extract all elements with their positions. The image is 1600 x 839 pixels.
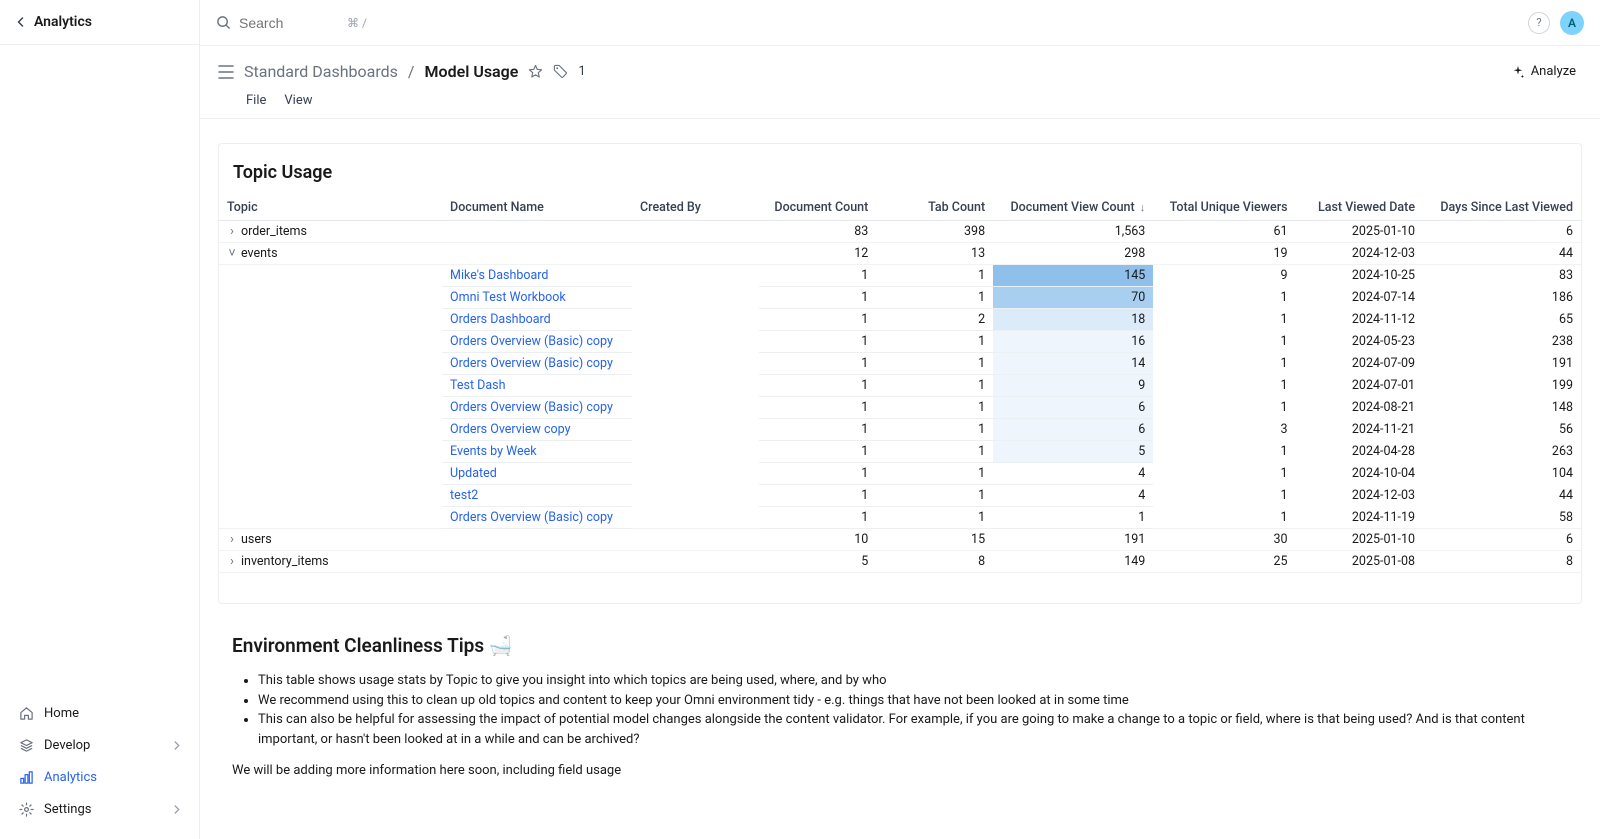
sidebar-item-label: Home [44,706,79,721]
sort-descending-icon: ↓ [1140,201,1146,214]
list-item: This can also be helpful for assessing t… [258,710,1568,749]
breadcrumb-parent[interactable]: Standard Dashboards [244,62,398,81]
table-row: Orders Overview (Basic) copy11112024-11-… [219,507,1581,529]
table-row: Orders Overview copy11632024-11-2156 [219,419,1581,441]
menu-view[interactable]: View [284,93,312,108]
content: Topic Usage Topic Document Name Created … [200,119,1600,818]
document-link[interactable]: Updated [450,466,497,481]
table-row: Test Dash11912024-07-01199 [219,375,1581,397]
chevron-right-icon [172,805,181,814]
document-link[interactable]: Orders Overview (Basic) copy [450,400,613,415]
document-link[interactable]: test2 [450,488,478,503]
table-row: Orders Overview (Basic) copy111412024-07… [219,353,1581,375]
breadcrumb-separator: / [408,62,415,81]
document-link[interactable]: Omni Test Workbook [450,290,566,305]
document-link[interactable]: Orders Overview (Basic) copy [450,356,613,371]
table-row: Orders Overview (Basic) copy11612024-08-… [219,397,1581,419]
group-row[interactable]: ›inventory_items58149252025-01-088 [219,551,1581,573]
table-row: Mike's Dashboard1114592024-10-2583 [219,265,1581,287]
sidebar-item-label: Develop [44,738,90,753]
bar-chart-icon [18,769,34,785]
col-tab-count[interactable]: Tab Count [876,195,993,221]
sidebar-item-home[interactable]: Home [0,697,199,729]
document-link[interactable]: Mike's Dashboard [450,268,548,283]
doc-menu: File View [218,83,1582,118]
doc-header: Standard Dashboards / Model Usage 1 Anal… [200,46,1600,119]
main: ⌘ / ? A Standard Dashboards / Model Usag… [200,0,1600,839]
sidebar-item-label: Settings [44,802,91,817]
table-row: Orders Dashboard121812024-11-1265 [219,309,1581,331]
chevron-left-icon [16,17,26,27]
avatar[interactable]: A [1560,11,1584,35]
tips-heading: Environment Cleanliness Tips 🛁 [232,634,1568,657]
document-link[interactable]: Orders Overview (Basic) copy [450,510,613,525]
breadcrumb-current: Model Usage [425,62,519,81]
analyze-button[interactable]: Analyze [1505,60,1582,83]
chevron-right-icon[interactable]: › [227,224,237,239]
document-link[interactable]: Orders Dashboard [450,312,551,327]
sidebar-item-develop[interactable]: Develop [0,729,199,761]
document-link[interactable]: Orders Overview (Basic) copy [450,334,613,349]
hamburger-icon[interactable] [218,65,234,79]
table-row: Orders Overview (Basic) copy111612024-05… [219,331,1581,353]
col-days-since[interactable]: Days Since Last Viewed [1423,195,1581,221]
layers-icon [18,737,34,753]
group-row[interactable]: ›order_items833981,563612025-01-106 [219,221,1581,243]
document-link[interactable]: Test Dash [450,378,505,393]
table-row: Updated11412024-10-04104 [219,463,1581,485]
sidebar-item-label: Analytics [44,770,97,785]
list-item: We recommend using this to clean up old … [258,691,1568,711]
card-title: Topic Usage [219,162,1581,195]
tips-section: Environment Cleanliness Tips 🛁 This tabl… [218,634,1582,778]
topbar: ⌘ / ? A [200,0,1600,46]
tips-footer: We will be adding more information here … [232,763,1568,778]
chevron-down-icon[interactable]: ˅ [227,246,237,261]
analyze-label: Analyze [1531,64,1576,79]
col-topic[interactable]: Topic [219,195,442,221]
sidebar-item-analytics[interactable]: Analytics [0,761,199,793]
help-button[interactable]: ? [1528,12,1550,34]
sidebar-header[interactable]: Analytics [0,0,199,45]
chevron-right-icon [172,741,181,750]
col-view-count[interactable]: Document View Count ↓ [993,195,1153,221]
search-input[interactable] [239,15,339,31]
list-item: This table shows usage stats by Topic to… [258,671,1568,691]
tips-list: This table shows usage stats by Topic to… [232,671,1568,749]
document-link[interactable]: Events by Week [450,444,537,459]
sidebar: Analytics Home Develop Analytics Settings [0,0,200,839]
group-row[interactable]: ˅events1213298192024-12-0344 [219,243,1581,265]
col-viewers[interactable]: Total Unique Viewers [1153,195,1295,221]
chevron-right-icon[interactable]: › [227,554,237,569]
search-icon [216,15,231,30]
col-created-by[interactable]: Created By [632,195,759,221]
col-doc-count[interactable]: Document Count [759,195,876,221]
avatar-initial: A [1568,16,1576,30]
sidebar-nav: Home Develop Analytics Settings [0,697,199,839]
star-icon[interactable] [528,64,543,79]
document-link[interactable]: Orders Overview copy [450,422,571,437]
col-doc-name[interactable]: Document Name [442,195,632,221]
gear-icon [18,801,34,817]
col-last-viewed[interactable]: Last Viewed Date [1296,195,1423,221]
question-icon: ? [1536,16,1541,29]
tag-count: 1 [578,64,585,79]
group-row[interactable]: ›users1015191302025-01-106 [219,529,1581,551]
sidebar-title: Analytics [34,14,92,30]
table-row: Omni Test Workbook117012024-07-14186 [219,287,1581,309]
chevron-right-icon[interactable]: › [227,532,237,547]
topic-usage-card: Topic Usage Topic Document Name Created … [218,143,1582,604]
topic-usage-table: Topic Document Name Created By Document … [219,195,1581,573]
table-row: Events by Week11512024-04-28263 [219,441,1581,463]
search[interactable]: ⌘ / [216,15,367,31]
table-row: test211412024-12-0344 [219,485,1581,507]
tag-icon[interactable] [553,64,568,79]
sparkle-icon [1511,65,1525,79]
search-shortcut: ⌘ / [347,16,367,30]
menu-file[interactable]: File [246,93,266,108]
home-icon [18,705,34,721]
sidebar-item-settings[interactable]: Settings [0,793,199,825]
